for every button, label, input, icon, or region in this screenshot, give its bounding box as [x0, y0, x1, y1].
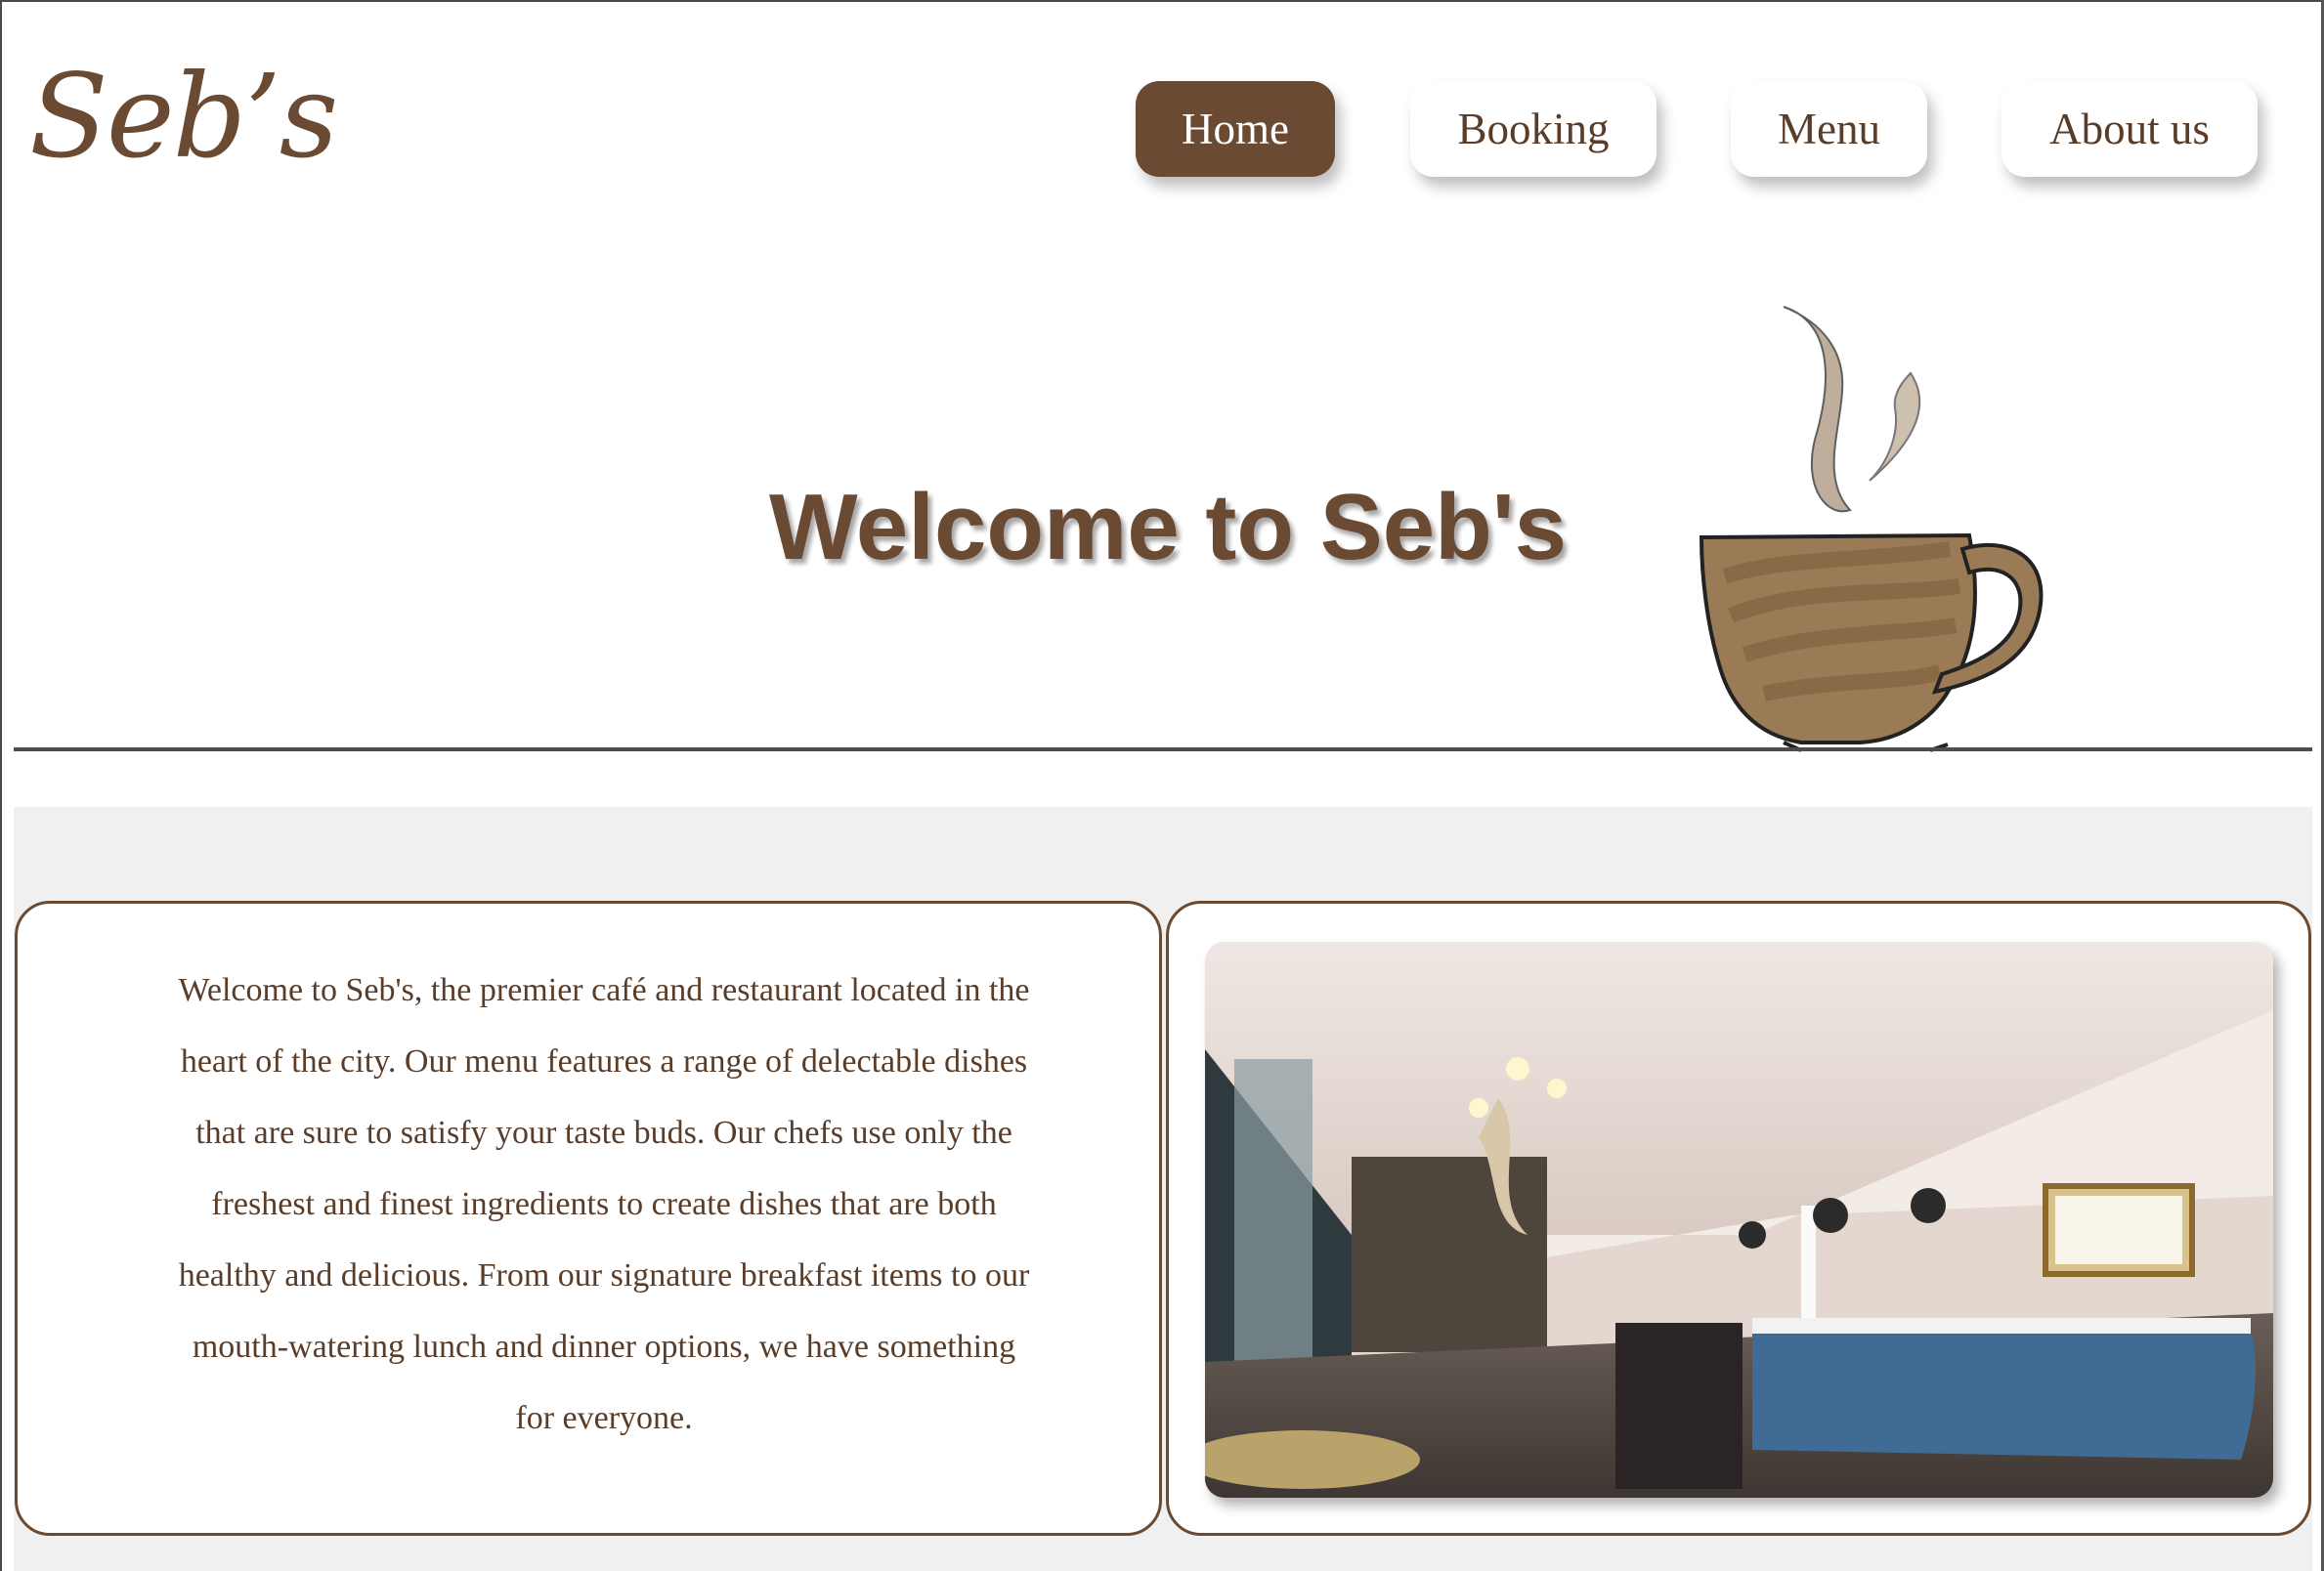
- nav-booking-button[interactable]: Booking: [1410, 81, 1657, 177]
- nav-home-button[interactable]: Home: [1136, 81, 1335, 177]
- site-logo[interactable]: Seb’s: [29, 49, 338, 184]
- intro-card: Welcome to Seb's, the premier café and r…: [15, 901, 1162, 1536]
- nav-menu-button[interactable]: Menu: [1731, 81, 1927, 177]
- section-divider: [14, 747, 2312, 751]
- photo-card: [1166, 901, 2311, 1536]
- coffee-cup-icon: [1699, 306, 2044, 752]
- restaurant-interior-image: [1205, 942, 2273, 1498]
- steam-icon: [1783, 306, 1921, 513]
- nav-about-button[interactable]: About us: [2001, 81, 2258, 177]
- intro-text: Welcome to Seb's, the premier café and r…: [178, 972, 1030, 1436]
